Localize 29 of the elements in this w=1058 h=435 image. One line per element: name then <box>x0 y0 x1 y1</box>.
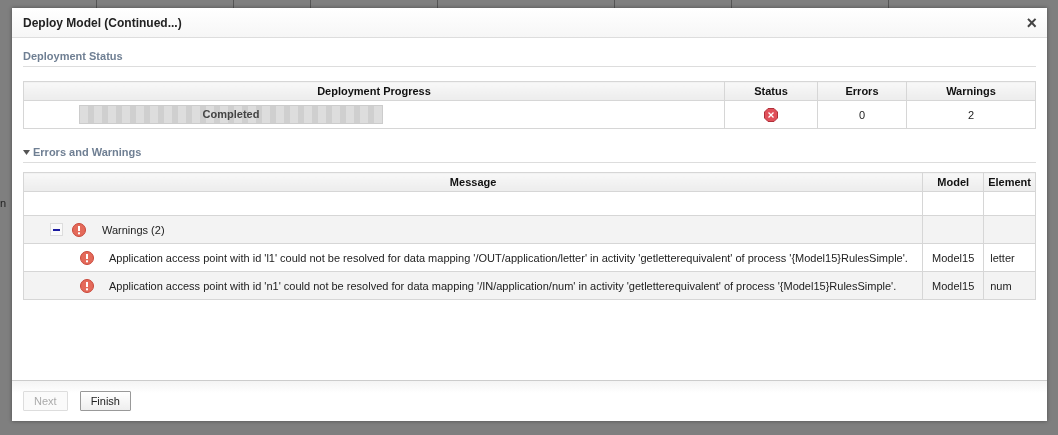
column-header: Message <box>23 172 923 192</box>
message-text: Application access point with id 'n1' could not be resolved for data mapping '/IN/application/num' in activity 'getletterequivalent' of process '{Model15}RulesSimple'. <box>109 279 897 292</box>
table-cell: Model15 <box>932 279 975 292</box>
group-label: Warnings (2) <box>102 223 165 236</box>
table-cell: Model15 <box>932 251 975 264</box>
error-icon <box>764 107 778 122</box>
warning-icon <box>72 222 86 237</box>
caret-icon[interactable] <box>23 149 30 155</box>
warning-icon <box>80 250 94 265</box>
column-header: Deployment Progress <box>23 81 725 101</box>
column-header: Status <box>724 81 818 101</box>
message-text: Application access point with id 'l1' could not be resolved for data mapping '/OUT/application/letter' in activity 'getletterequivalent' of process '{Model15}RulesSimple'. <box>109 251 908 264</box>
warning-icon <box>80 278 94 293</box>
progress-label: Completed <box>201 107 261 122</box>
column-header: Element <box>983 172 1036 192</box>
section-title: Errors and Warnings <box>33 146 142 158</box>
finish-button[interactable]: Finish <box>79 391 131 411</box>
table-cell: 2 <box>967 108 975 121</box>
table-cell: 0 <box>858 108 866 121</box>
section-title: Deployment Status <box>23 50 123 62</box>
dialog-title: Deploy Model (Continued...) <box>23 15 182 30</box>
close-button[interactable]: × <box>1026 14 1037 31</box>
column-header: Errors <box>817 81 907 101</box>
background-text: n <box>0 196 8 210</box>
collapse-button[interactable] <box>50 223 63 236</box>
column-header: Warnings <box>906 81 1036 101</box>
table-cell: letter <box>990 251 1015 264</box>
column-header: Model <box>922 172 984 192</box>
table-cell: num <box>990 279 1012 292</box>
